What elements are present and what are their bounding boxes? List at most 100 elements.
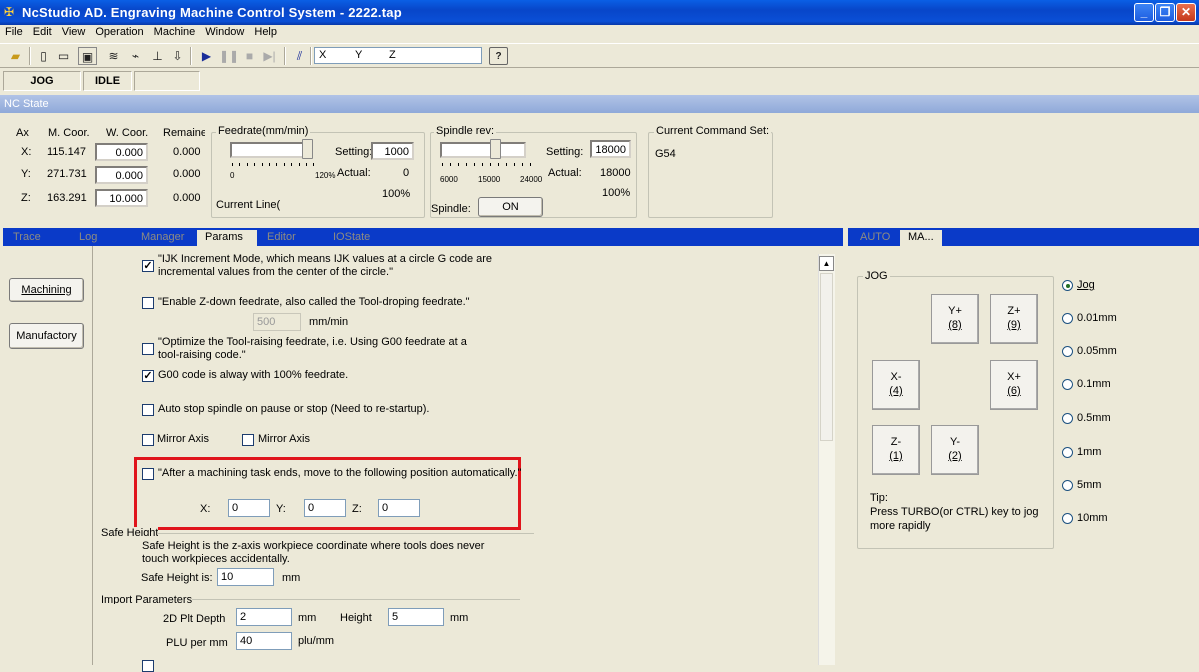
toolbar-separator: [29, 47, 31, 65]
step-radio-0.05mm[interactable]: [1062, 346, 1073, 357]
step-radio-0.01mm[interactable]: [1062, 313, 1073, 324]
reset-icon[interactable]: ⫽: [290, 47, 309, 65]
slider-tick: [482, 163, 483, 166]
plu-label: PLU per mm: [166, 637, 228, 649]
menu-machine[interactable]: Machine: [149, 25, 201, 38]
download-icon[interactable]: ⇩: [168, 47, 187, 65]
scroll-up-arrow-icon[interactable]: ▲: [819, 256, 834, 271]
open-folder-icon[interactable]: ▰: [6, 47, 25, 65]
aftertask-y-input[interactable]: 0: [304, 499, 346, 517]
aftertask-text: "After a machining task ends, move to th…: [158, 467, 522, 479]
safe-height-desc-line2: touch workpieces accidentally.: [142, 553, 290, 565]
slider-tick: [498, 163, 499, 166]
ijk-checkbox[interactable]: ✓: [142, 260, 154, 272]
axis-z-mcoor: 163.291: [47, 192, 87, 204]
jog-y-minus-label: Y-: [950, 436, 960, 448]
play-icon[interactable]: ▶: [197, 47, 216, 65]
menu-help[interactable]: Help: [249, 25, 282, 38]
tab-log[interactable]: Log: [71, 230, 133, 246]
height-input[interactable]: 5: [388, 608, 444, 626]
step-radio-0.1mm[interactable]: [1062, 379, 1073, 390]
window-icon[interactable]: ▭: [54, 47, 73, 65]
plu-input[interactable]: 40: [236, 632, 292, 650]
manufactory-button[interactable]: Manufactory: [9, 323, 84, 349]
menu-file[interactable]: File: [0, 25, 28, 38]
aftertask-checkbox[interactable]: [142, 468, 154, 480]
feedrate-setting-value[interactable]: 1000: [371, 142, 414, 160]
jog-x-plus-button[interactable]: X+ (6): [990, 360, 1038, 410]
next-option-checkbox[interactable]: [142, 660, 154, 672]
menu-view[interactable]: View: [57, 25, 91, 38]
jog-y-minus-button[interactable]: Y- (2): [931, 425, 979, 475]
command-set-value: G54: [655, 148, 676, 160]
g00-checkbox[interactable]: ✓: [142, 370, 154, 382]
help-icon[interactable]: ?: [489, 47, 508, 65]
machine-icon[interactable]: ⊥: [148, 47, 167, 65]
menu-edit[interactable]: Edit: [28, 25, 57, 38]
ijk-text-line1: "IJK Increment Mode, which means IJK val…: [158, 253, 493, 265]
tab-manual[interactable]: MA...: [900, 230, 942, 246]
tab-manager[interactable]: Manager: [133, 230, 197, 246]
menu-window[interactable]: Window: [200, 25, 249, 38]
aftertask-x-input[interactable]: 0: [228, 499, 270, 517]
spindle-slider-thumb[interactable]: [490, 139, 501, 159]
spindle-tick-15000: 15000: [478, 175, 501, 184]
axis-y-remain: 0.000: [173, 168, 201, 180]
scrollbar-thumb[interactable]: [820, 273, 833, 441]
file-icon[interactable]: ▯: [34, 47, 53, 65]
step-radio-0.5mm[interactable]: [1062, 413, 1073, 424]
mirror-axis-checkbox-2[interactable]: [242, 434, 254, 446]
feedrate-slider-thumb[interactable]: [302, 139, 313, 159]
spindle-slider[interactable]: [440, 142, 526, 158]
current-line-label: Current Line(E: [216, 199, 280, 211]
axis-z-remain: 0.000: [173, 192, 201, 204]
step-label-1mm: 1mm: [1077, 446, 1102, 458]
tab-editor[interactable]: Editor: [259, 230, 325, 246]
axis-y-label: Y:: [21, 168, 31, 180]
spindle-tick-6000: 6000: [440, 175, 458, 184]
spindle-on-button[interactable]: ON: [478, 197, 543, 217]
plt-depth-input[interactable]: 2: [236, 608, 292, 626]
minimize-button[interactable]: _: [1134, 3, 1154, 22]
slider-tick: [514, 163, 515, 166]
mirror-axis-checkbox-1[interactable]: [142, 434, 154, 446]
window-title: NcStudio AD. Engraving Machine Control S…: [22, 5, 402, 20]
spindle-setting-value[interactable]: 18000: [590, 140, 631, 158]
feedrate-slider[interactable]: [230, 142, 312, 158]
step-icon[interactable]: ▶|: [260, 47, 279, 65]
tab-params[interactable]: Params: [197, 230, 257, 246]
monitor-icon[interactable]: ▣: [78, 47, 97, 65]
tab-auto[interactable]: AUTO: [852, 230, 900, 246]
feedrate-setting-label: Setting:: [335, 146, 373, 158]
step-radio-jog[interactable]: [1062, 280, 1073, 291]
spindle-icon[interactable]: ⌁: [126, 47, 145, 65]
toolbar-separator: [310, 47, 312, 65]
signal-icon[interactable]: ≋: [104, 47, 123, 65]
pause-icon[interactable]: ❚❚: [219, 47, 239, 65]
jog-z-minus-button[interactable]: Z- (1): [872, 425, 920, 475]
jog-y-plus-button[interactable]: Y+ (8): [931, 294, 979, 344]
step-radio-5mm[interactable]: [1062, 480, 1073, 491]
coordinate-input[interactable]: X Y Z: [314, 47, 482, 64]
maximize-button[interactable]: ❐: [1155, 3, 1175, 22]
jog-x-minus-button[interactable]: X- (4): [872, 360, 920, 410]
slider-tick: [306, 163, 307, 166]
jog-x-plus-label: X+: [1007, 371, 1021, 383]
height-unit: mm: [450, 612, 469, 624]
machining-button[interactable]: Machining: [9, 278, 84, 302]
slider-tick: [522, 163, 523, 166]
tab-trace[interactable]: Trace: [5, 230, 71, 246]
safe-height-input[interactable]: 10: [217, 568, 274, 586]
step-radio-10mm[interactable]: [1062, 513, 1073, 524]
optimize-checkbox[interactable]: [142, 343, 154, 355]
autostop-checkbox[interactable]: [142, 404, 154, 416]
zdown-checkbox[interactable]: [142, 297, 154, 309]
step-radio-1mm[interactable]: [1062, 447, 1073, 458]
stop-icon[interactable]: ■: [240, 47, 259, 65]
menu-operation[interactable]: Operation: [90, 25, 148, 38]
zdown-feedrate-input[interactable]: 500: [253, 313, 301, 331]
aftertask-z-input[interactable]: 0: [378, 499, 420, 517]
jog-z-plus-button[interactable]: Z+ (9): [990, 294, 1038, 344]
tab-iostate[interactable]: IOState: [325, 230, 399, 246]
close-button[interactable]: ✕: [1176, 3, 1196, 22]
